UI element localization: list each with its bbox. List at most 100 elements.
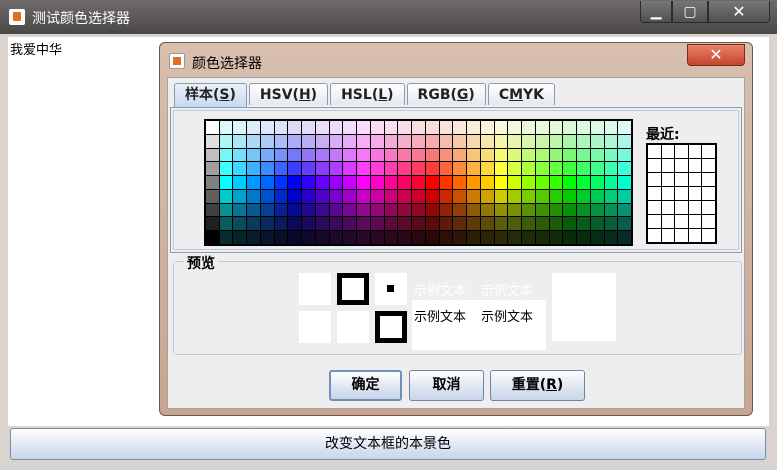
color-swatch[interactable]	[618, 134, 631, 148]
color-swatch[interactable]	[618, 189, 631, 203]
color-swatch[interactable]	[206, 203, 219, 217]
color-swatch[interactable]	[260, 231, 274, 244]
color-swatch[interactable]	[219, 203, 233, 217]
swatch-grid[interactable]	[204, 119, 633, 246]
color-swatch[interactable]	[467, 134, 480, 148]
color-swatch[interactable]	[274, 231, 288, 244]
recent-swatch[interactable]	[661, 201, 675, 214]
color-swatch[interactable]	[494, 162, 508, 176]
color-swatch[interactable]	[206, 121, 219, 134]
color-swatch[interactable]	[315, 121, 329, 134]
color-swatch[interactable]	[288, 162, 302, 176]
color-swatch[interactable]	[522, 203, 535, 217]
color-swatch[interactable]	[549, 231, 563, 244]
recent-swatch[interactable]	[702, 159, 715, 172]
color-swatch[interactable]	[480, 121, 494, 134]
color-swatch[interactable]	[467, 231, 480, 244]
recent-swatch[interactable]	[648, 159, 661, 172]
color-swatch[interactable]	[343, 231, 357, 244]
color-swatch[interactable]	[618, 148, 631, 162]
recent-swatch[interactable]	[648, 201, 661, 214]
color-swatch[interactable]	[508, 162, 522, 176]
color-swatch[interactable]	[480, 217, 494, 231]
color-swatch[interactable]	[206, 189, 219, 203]
color-swatch[interactable]	[370, 162, 384, 176]
window-title-bar[interactable]: 测试颜色选择器 ▁ ▢ ✕	[0, 0, 777, 34]
color-swatch[interactable]	[219, 134, 233, 148]
color-swatch[interactable]	[315, 176, 329, 189]
color-swatch[interactable]	[357, 189, 370, 203]
color-swatch[interactable]	[357, 231, 370, 244]
color-swatch[interactable]	[384, 189, 398, 203]
color-swatch[interactable]	[302, 134, 315, 148]
color-swatch[interactable]	[439, 231, 453, 244]
color-swatch[interactable]	[343, 189, 357, 203]
color-swatch[interactable]	[233, 176, 247, 189]
color-swatch[interactable]	[590, 203, 604, 217]
color-swatch[interactable]	[439, 162, 453, 176]
color-swatch[interactable]	[577, 231, 590, 244]
color-swatch[interactable]	[549, 176, 563, 189]
color-swatch[interactable]	[260, 148, 274, 162]
color-swatch[interactable]	[274, 203, 288, 217]
color-swatch[interactable]	[233, 148, 247, 162]
color-swatch[interactable]	[590, 148, 604, 162]
color-swatch[interactable]	[467, 176, 480, 189]
color-swatch[interactable]	[577, 162, 590, 176]
recent-swatch[interactable]	[702, 229, 715, 242]
color-swatch[interactable]	[398, 148, 412, 162]
color-swatch[interactable]	[315, 203, 329, 217]
color-swatch[interactable]	[618, 217, 631, 231]
color-swatch[interactable]	[549, 203, 563, 217]
color-swatch[interactable]	[453, 176, 467, 189]
color-swatch[interactable]	[549, 162, 563, 176]
color-swatch[interactable]	[398, 134, 412, 148]
color-swatch[interactable]	[563, 189, 577, 203]
color-swatch[interactable]	[370, 148, 384, 162]
color-swatch[interactable]	[343, 217, 357, 231]
maximize-button[interactable]: ▢	[672, 1, 708, 23]
color-swatch[interactable]	[480, 203, 494, 217]
color-swatch[interactable]	[302, 203, 315, 217]
color-swatch[interactable]	[288, 134, 302, 148]
color-swatch[interactable]	[590, 162, 604, 176]
recent-swatch[interactable]	[702, 201, 715, 214]
color-swatch[interactable]	[302, 162, 315, 176]
color-swatch[interactable]	[522, 217, 535, 231]
color-swatch[interactable]	[260, 134, 274, 148]
color-swatch[interactable]	[522, 148, 535, 162]
color-swatch[interactable]	[453, 217, 467, 231]
color-swatch[interactable]	[618, 176, 631, 189]
color-swatch[interactable]	[549, 189, 563, 203]
color-swatch[interactable]	[535, 176, 549, 189]
recent-swatch[interactable]	[688, 145, 702, 158]
color-swatch[interactable]	[467, 203, 480, 217]
color-swatch[interactable]	[618, 231, 631, 244]
recent-swatch[interactable]	[675, 159, 688, 172]
color-swatch[interactable]	[439, 189, 453, 203]
recent-swatch[interactable]	[661, 187, 675, 200]
color-swatch[interactable]	[563, 231, 577, 244]
color-swatch[interactable]	[219, 217, 233, 231]
recent-swatch[interactable]	[688, 201, 702, 214]
color-swatch[interactable]	[508, 231, 522, 244]
color-swatch[interactable]	[247, 217, 260, 231]
color-swatch[interactable]	[384, 162, 398, 176]
color-swatch[interactable]	[563, 162, 577, 176]
color-swatch[interactable]	[425, 217, 439, 231]
color-swatch[interactable]	[219, 162, 233, 176]
color-swatch[interactable]	[302, 189, 315, 203]
color-swatch[interactable]	[315, 189, 329, 203]
color-swatch[interactable]	[206, 148, 219, 162]
color-swatch[interactable]	[563, 134, 577, 148]
color-swatch[interactable]	[315, 134, 329, 148]
color-swatch[interactable]	[549, 148, 563, 162]
color-swatch[interactable]	[274, 217, 288, 231]
color-swatch[interactable]	[480, 148, 494, 162]
color-swatch[interactable]	[412, 217, 425, 231]
color-swatch[interactable]	[467, 189, 480, 203]
color-swatch[interactable]	[260, 176, 274, 189]
color-swatch[interactable]	[439, 134, 453, 148]
color-swatch[interactable]	[370, 121, 384, 134]
color-swatch[interactable]	[370, 176, 384, 189]
